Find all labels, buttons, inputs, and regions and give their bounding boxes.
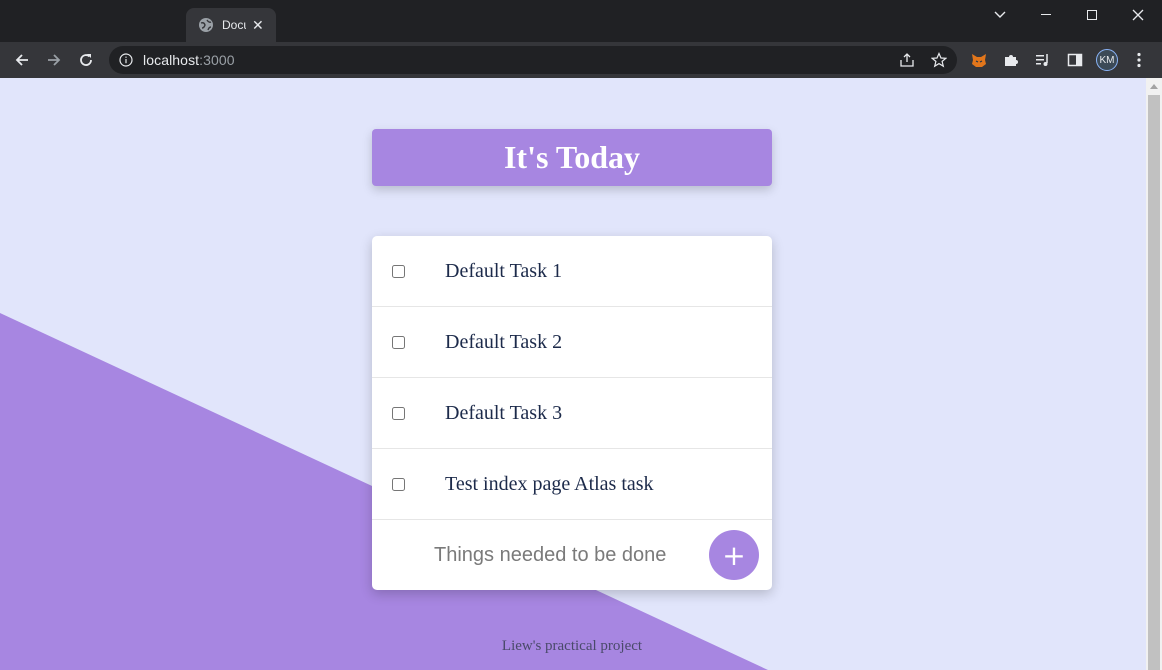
task-item: Default Task 2 — [372, 307, 772, 378]
scrollbar-thumb[interactable] — [1148, 95, 1160, 670]
share-icon[interactable] — [893, 46, 921, 74]
browser-tab[interactable]: Docu ✕ — [186, 8, 276, 42]
globe-icon — [198, 17, 214, 33]
title-banner: It's Today — [372, 129, 772, 186]
page-title: It's Today — [503, 139, 641, 175]
puzzle-icon[interactable] — [997, 46, 1025, 74]
task-checkbox[interactable] — [392, 335, 405, 349]
footer-text: Liew's practical project — [501, 638, 643, 654]
close-tab-icon[interactable]: ✕ — [252, 17, 264, 34]
playlist-icon[interactable] — [1029, 46, 1057, 74]
tab-strip: Docu ✕ — [0, 0, 1162, 42]
reload-icon[interactable] — [72, 46, 100, 74]
arrow-right-icon[interactable] — [40, 46, 68, 74]
scroll-up-arrow-icon[interactable] — [1146, 78, 1162, 94]
profile-avatar[interactable]: KM — [1093, 46, 1121, 74]
task-label: Default Task 3 — [445, 401, 563, 424]
fox-extension-icon[interactable] — [965, 46, 993, 74]
task-label: Default Task 2 — [445, 330, 563, 353]
url-text: localhost:3000 — [143, 52, 235, 68]
task-label: Default Task 1 — [445, 259, 563, 282]
url-host: localhost — [143, 52, 200, 68]
task-label: Test index page Atlas task — [445, 472, 654, 495]
todo-card: Default Task 1 Default Task 2 Default Ta… — [372, 236, 772, 590]
task-checkbox[interactable] — [392, 477, 405, 491]
add-task-button[interactable]: + — [709, 530, 759, 580]
task-item: Default Task 1 — [372, 236, 772, 307]
url-port: :3000 — [199, 52, 235, 68]
star-icon[interactable] — [925, 46, 953, 74]
arrow-left-icon[interactable] — [8, 46, 36, 74]
info-icon[interactable] — [109, 53, 143, 67]
task-item: Default Task 3 — [372, 378, 772, 449]
tab-title: Docu — [222, 18, 246, 32]
task-item: Test index page Atlas task — [372, 449, 772, 520]
task-checkbox[interactable] — [392, 264, 405, 278]
add-task-form: + — [372, 520, 772, 590]
page-viewport: It's Today Default Task 1 Default Task 2… — [0, 78, 1146, 670]
task-checkbox[interactable] — [392, 406, 405, 420]
new-task-input[interactable] — [434, 543, 734, 567]
sidepanel-icon[interactable] — [1061, 46, 1089, 74]
page-scrollbar[interactable] — [1146, 78, 1162, 670]
close-window-icon[interactable] — [1115, 0, 1161, 30]
kebab-menu-icon[interactable] — [1125, 46, 1153, 74]
address-bar[interactable]: localhost:3000 — [109, 46, 957, 74]
avatar: KM — [1096, 49, 1118, 71]
maximize-icon[interactable] — [1069, 0, 1115, 30]
browser-toolbar: localhost:3000 KM — [0, 42, 1162, 78]
tab-search-icon[interactable] — [977, 0, 1023, 30]
minimize-icon[interactable] — [1023, 0, 1069, 30]
